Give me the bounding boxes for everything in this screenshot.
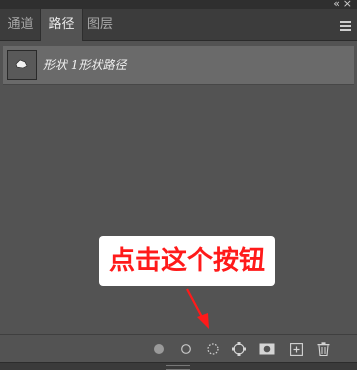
- panel-title-strip: « ×: [0, 0, 357, 10]
- tab-paths[interactable]: 路径: [40, 9, 83, 41]
- resize-grip-icon[interactable]: [166, 365, 190, 370]
- annotation-callout: 点击这个按钮: [99, 236, 275, 286]
- path-thumbnail: [7, 50, 37, 80]
- path-row[interactable]: 形状 1形状路径: [3, 46, 354, 85]
- paths-list: 形状 1形状路径: [0, 41, 357, 335]
- make-work-path-icon[interactable]: [230, 340, 248, 358]
- panel-menu-icon[interactable]: [340, 21, 351, 31]
- add-mask-icon[interactable]: [258, 340, 276, 358]
- panel-tab-bar: 通道 路径 图层: [0, 9, 357, 41]
- fill-path-icon[interactable]: [150, 340, 168, 358]
- path-name[interactable]: 形状 1形状路径: [43, 46, 126, 84]
- tab-channels[interactable]: 通道: [0, 9, 41, 40]
- paths-toolbar: [0, 334, 357, 363]
- annotation-arrow-icon: [186, 288, 209, 329]
- tab-layers[interactable]: 图层: [81, 9, 119, 40]
- delete-path-icon[interactable]: [314, 340, 332, 358]
- stroke-path-icon[interactable]: [177, 340, 195, 358]
- new-path-icon[interactable]: [287, 340, 305, 358]
- load-as-selection-icon[interactable]: [204, 340, 222, 358]
